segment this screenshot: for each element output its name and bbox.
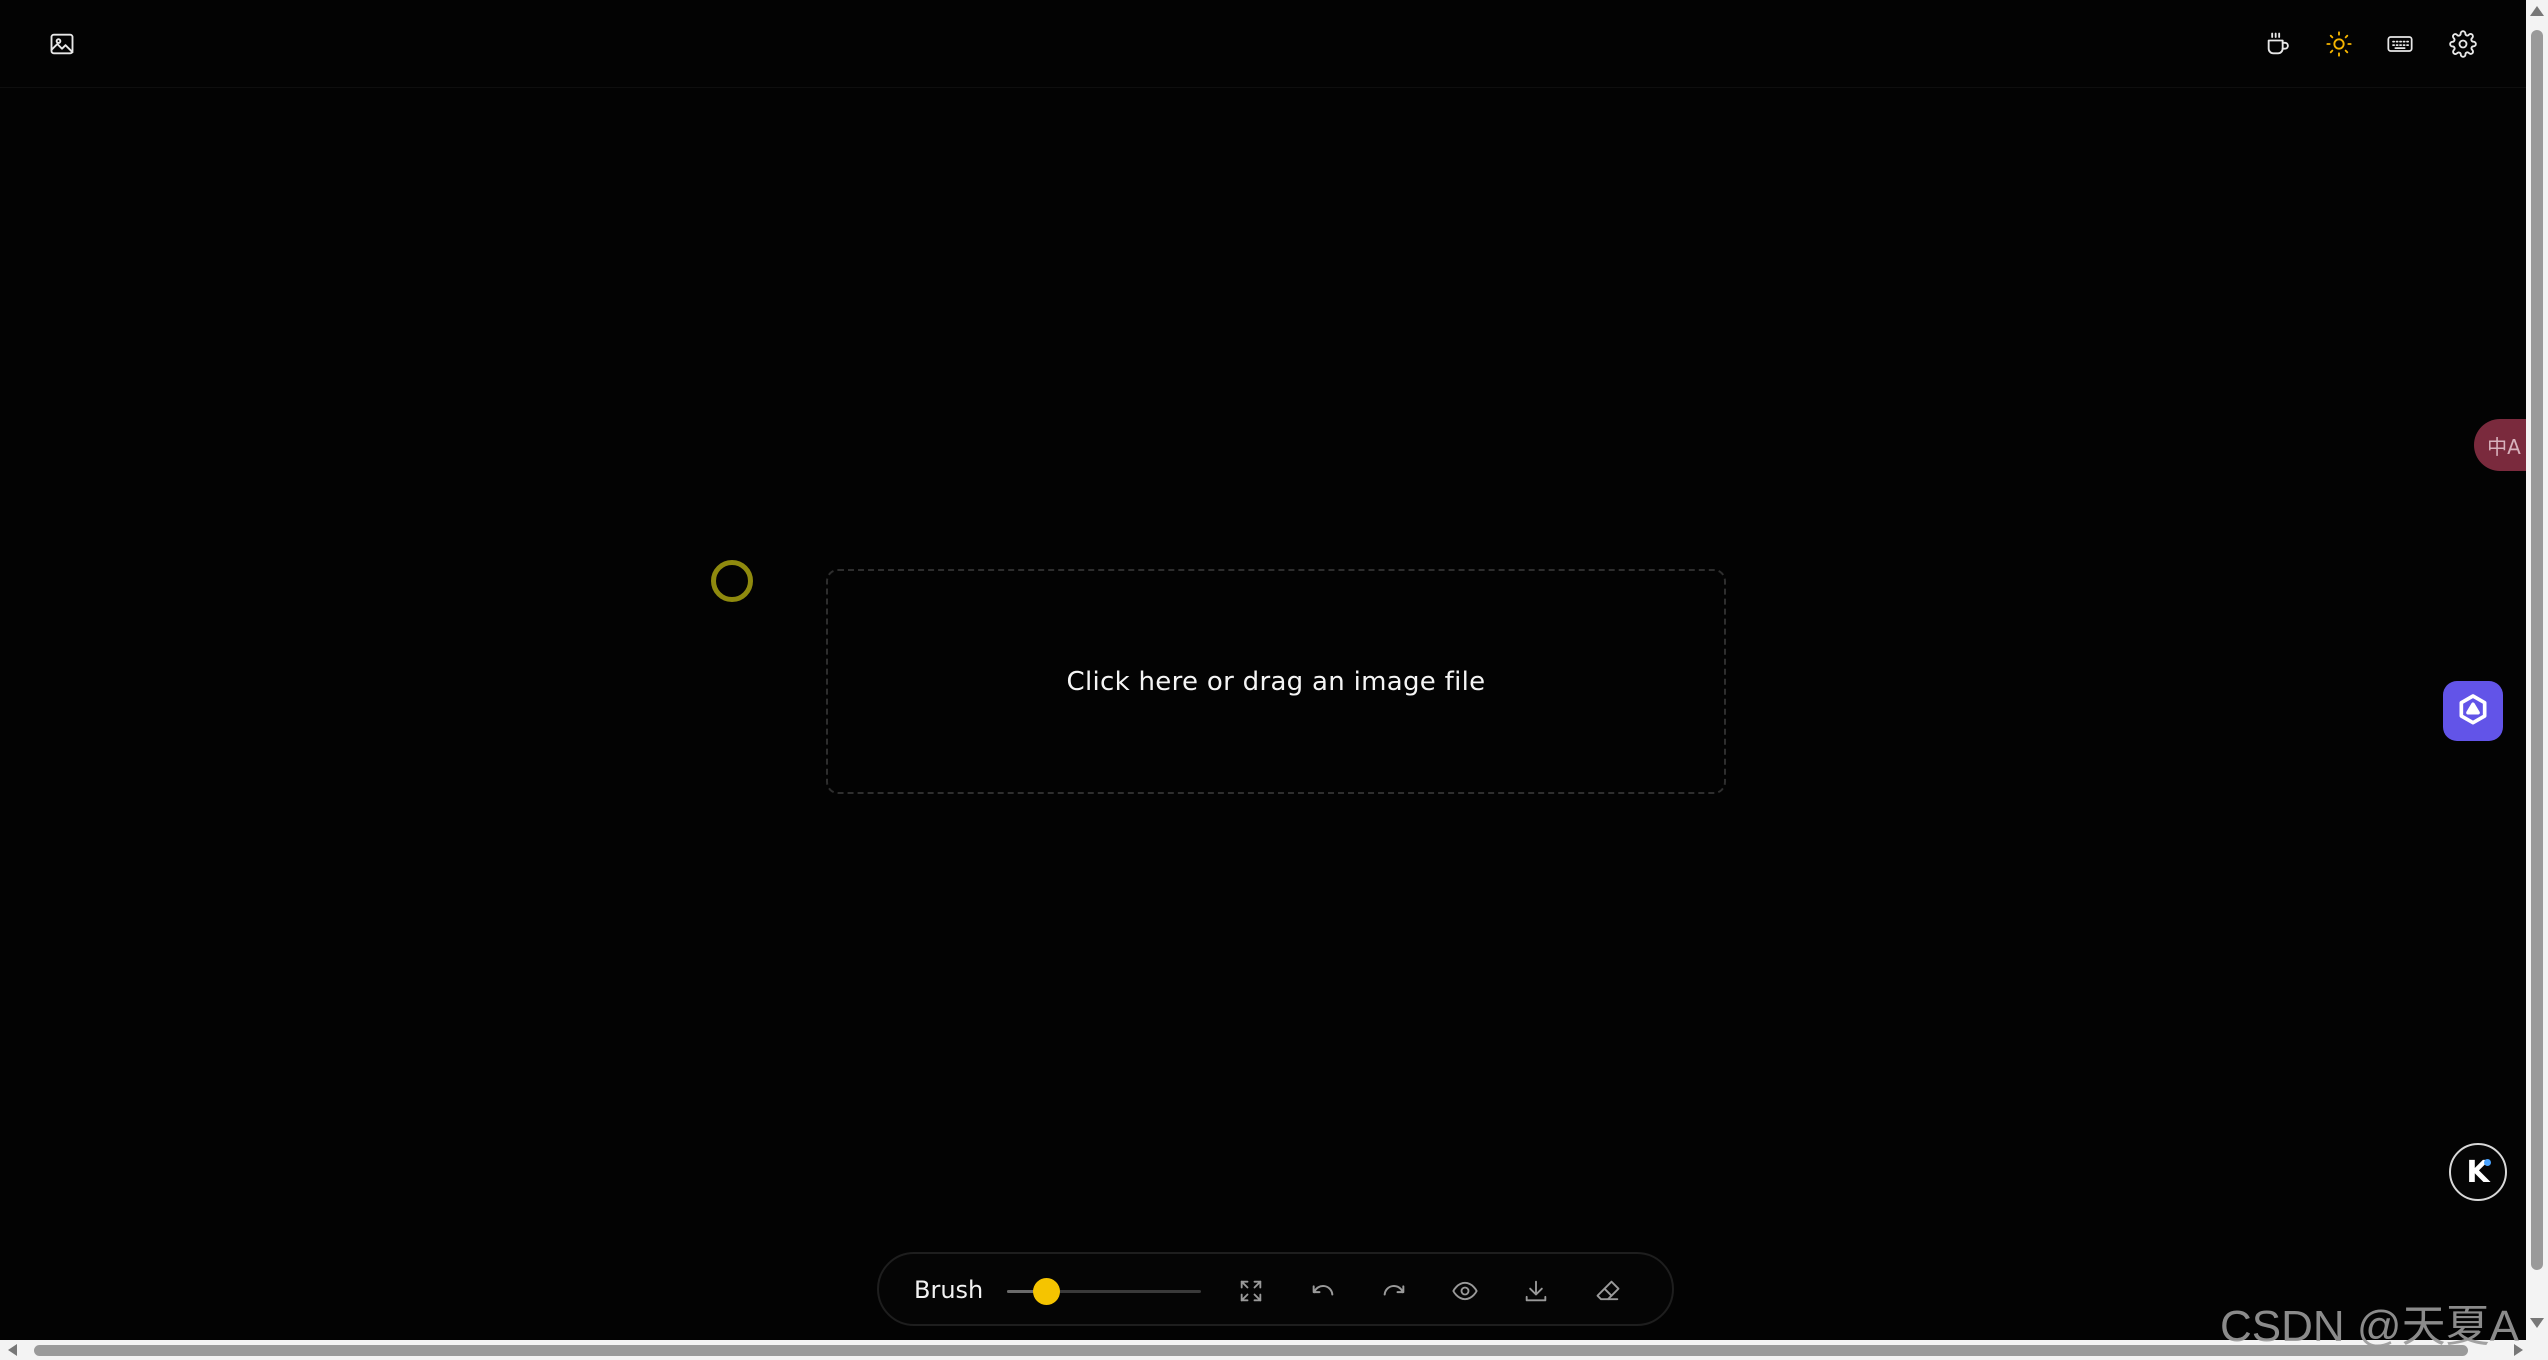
reset-zoom-button[interactable] <box>1227 1267 1275 1315</box>
redo-icon <box>1383 1285 1405 1296</box>
translate-widget[interactable]: 中A <box>2474 419 2534 471</box>
vertical-scrollbar[interactable] <box>2526 0 2548 1340</box>
brush-label: Brush <box>914 1276 984 1304</box>
undo-button[interactable] <box>1299 1267 1347 1315</box>
dropzone-text: Click here or drag an image file <box>1066 666 1486 697</box>
undo-icon <box>1312 1285 1334 1296</box>
coffee-icon <box>2267 32 2289 55</box>
watermark: CSDN @天夏Ai <box>2220 1302 2520 1351</box>
redo-button[interactable] <box>1370 1267 1418 1315</box>
scroll-down-arrow[interactable] <box>2530 1318 2544 1328</box>
ai-assistant-widget[interactable] <box>2443 681 2503 741</box>
brush-cursor <box>711 560 753 602</box>
slider-thumb[interactable] <box>1033 1278 1060 1305</box>
eye-icon <box>1452 1281 1478 1301</box>
erase-button[interactable] <box>1584 1267 1632 1315</box>
sun-icon <box>2326 31 2352 57</box>
download-button[interactable] <box>1512 1267 1560 1315</box>
eraser-icon <box>1596 1280 1620 1301</box>
ai-assistant-icon <box>2459 694 2487 725</box>
k-assistant-widget[interactable]: K <box>2449 1143 2507 1201</box>
show-original-button[interactable] <box>1441 1267 1489 1315</box>
coffee-button[interactable] <box>2252 18 2304 70</box>
keyboard-icon <box>2387 36 2413 52</box>
shortcuts-button[interactable] <box>2374 18 2426 70</box>
scroll-up-arrow[interactable] <box>2530 6 2544 16</box>
brush-size-slider[interactable] <box>1007 1274 1201 1308</box>
top-bar <box>0 0 2526 88</box>
k-logo-dot <box>2484 1159 2491 1166</box>
scroll-left-arrow[interactable] <box>8 1344 17 1356</box>
horizontal-scroll-thumb[interactable] <box>34 1345 2468 1356</box>
gear-icon <box>2449 30 2477 58</box>
app-window: Click here or drag an image file Brush 中… <box>0 0 2548 1360</box>
translate-icon: 中A <box>2487 434 2521 459</box>
download-icon <box>1525 1280 1547 1302</box>
editor-toolbar: Brush <box>877 1252 1674 1326</box>
theme-toggle-button[interactable] <box>2313 18 2365 70</box>
horizontal-scrollbar[interactable] <box>0 1340 2548 1360</box>
settings-button[interactable] <box>2437 18 2489 70</box>
image-dropzone[interactable]: Click here or drag an image file <box>826 569 1726 794</box>
image-icon <box>50 33 74 55</box>
vertical-scroll-thumb[interactable] <box>2531 30 2543 1270</box>
expand-icon <box>1240 1280 1262 1302</box>
open-image-button[interactable] <box>36 18 88 70</box>
